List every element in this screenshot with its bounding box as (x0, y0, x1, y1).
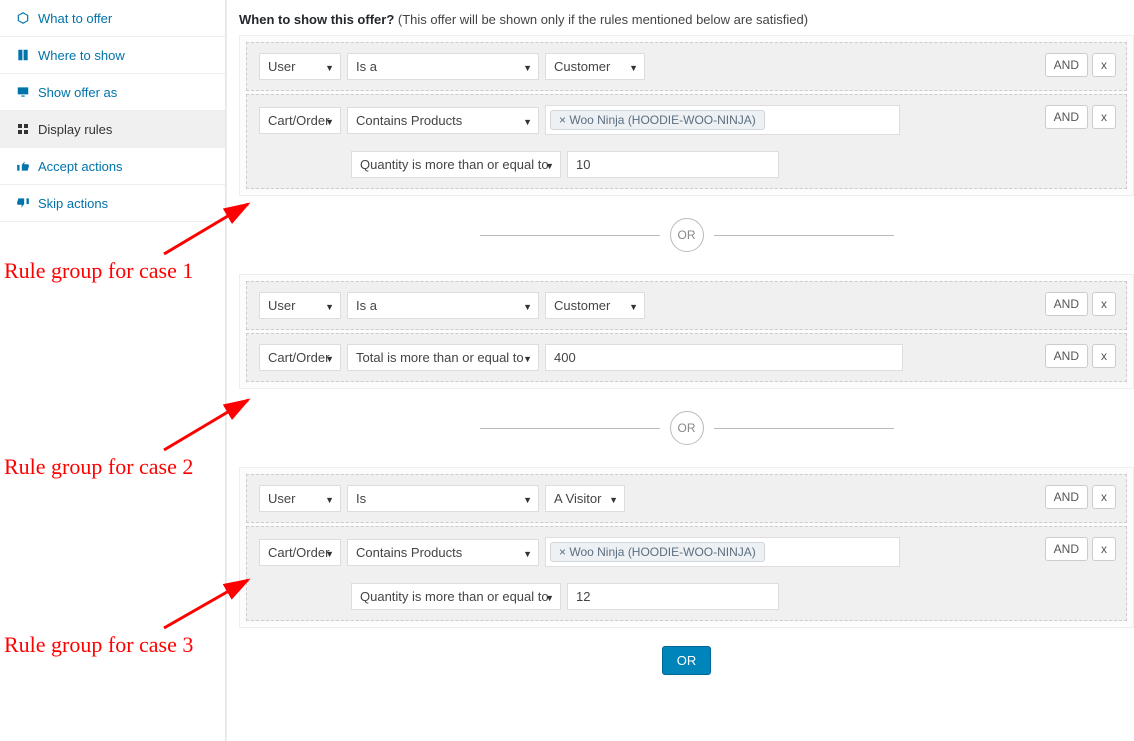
rule-groups-container: User▼Is a▼Customer▼ANDxCart/Order▼Contai… (239, 35, 1134, 741)
rule-row: Cart/Order▼Total is more than or equal t… (246, 333, 1127, 382)
rule-value-input[interactable] (545, 344, 903, 371)
thumbs-down-icon (14, 196, 32, 210)
product-chip-box[interactable]: × Woo Ninja (HOODIE-WOO-NINJA) (545, 105, 900, 135)
rule-row: User▼Is a▼Customer▼ANDx (246, 281, 1127, 330)
sidebar: What to offer Where to show Show offer as D… (0, 0, 226, 741)
remove-rule-button[interactable]: x (1092, 344, 1116, 368)
sidebar-item-what-to-offer[interactable]: What to offer (0, 0, 225, 37)
add-or-group-button[interactable]: OR (662, 646, 712, 675)
main-panel: When to show this offer? (This offer wil… (226, 0, 1134, 741)
rule-group: User▼Is a▼Customer▼ANDxCart/Order▼Total … (239, 274, 1134, 389)
rule-condition-select[interactable]: Is a (347, 292, 539, 319)
rule-condition-select[interactable]: Total is more than or equal to (347, 344, 539, 371)
cube-icon (14, 11, 32, 25)
product-chip[interactable]: × Woo Ninja (HOODIE-WOO-NINJA) (550, 110, 765, 130)
remove-rule-button[interactable]: x (1092, 537, 1116, 561)
or-circle: OR (670, 218, 704, 252)
rule-group: User▼Is a▼Customer▼ANDxCart/Order▼Contai… (239, 35, 1134, 196)
panel-heading: When to show this offer? (This offer wil… (239, 12, 1134, 27)
rule-condition-select[interactable]: Is (347, 485, 539, 512)
rule-condition-select[interactable]: Contains Products (347, 539, 539, 566)
rule-row: User▼Is a▼Customer▼ANDx (246, 42, 1127, 91)
rule-value-select[interactable]: Customer (545, 53, 645, 80)
remove-rule-button[interactable]: x (1092, 105, 1116, 129)
rule-condition-select[interactable]: Contains Products (347, 107, 539, 134)
product-chip[interactable]: × Woo Ninja (HOODIE-WOO-NINJA) (550, 542, 765, 562)
rule-subject-select[interactable]: Cart/Order (259, 344, 341, 371)
rule-condition-select[interactable]: Is a (347, 53, 539, 80)
rule-quantity-input[interactable] (567, 151, 779, 178)
rule-quantity-condition-select[interactable]: Quantity is more than or equal to (351, 583, 561, 610)
rule-row: User▼Is▼A Visitor▼ANDx (246, 474, 1127, 523)
remove-rule-button[interactable]: x (1092, 485, 1116, 509)
and-button[interactable]: AND (1045, 53, 1088, 77)
remove-rule-button[interactable]: x (1092, 292, 1116, 316)
sidebar-item-label: Show offer as (38, 85, 117, 100)
sidebar-item-display-rules[interactable]: Display rules (0, 111, 225, 148)
or-divider: OR (239, 411, 1134, 445)
desktop-icon (14, 85, 32, 99)
sidebar-item-label: Where to show (38, 48, 125, 63)
rule-value-select[interactable]: A Visitor (545, 485, 625, 512)
book-icon (14, 48, 32, 62)
sidebar-item-skip-actions[interactable]: Skip actions (0, 185, 225, 222)
rule-sub-row: Quantity is more than or equal to▼ (259, 151, 1114, 178)
or-circle: OR (670, 411, 704, 445)
rule-value-select[interactable]: Customer (545, 292, 645, 319)
rule-subject-select[interactable]: Cart/Order (259, 107, 341, 134)
grid-icon (14, 123, 32, 135)
sidebar-item-show-offer-as[interactable]: Show offer as (0, 74, 225, 111)
sidebar-item-where-to-show[interactable]: Where to show (0, 37, 225, 74)
heading-bold: When to show this offer? (239, 12, 394, 27)
and-button[interactable]: AND (1045, 292, 1088, 316)
rule-quantity-condition-select[interactable]: Quantity is more than or equal to (351, 151, 561, 178)
thumbs-up-icon (14, 159, 32, 173)
rule-subject-select[interactable]: User (259, 485, 341, 512)
and-button[interactable]: AND (1045, 537, 1088, 561)
or-divider: OR (239, 218, 1134, 252)
remove-rule-button[interactable]: x (1092, 53, 1116, 77)
sidebar-item-label: What to offer (38, 11, 112, 26)
sidebar-item-label: Accept actions (38, 159, 123, 174)
rule-row: Cart/Order▼Contains Products▼× Woo Ninja… (246, 94, 1127, 189)
rule-group: User▼Is▼A Visitor▼ANDxCart/Order▼Contain… (239, 467, 1134, 628)
rule-subject-select[interactable]: Cart/Order (259, 539, 341, 566)
and-button[interactable]: AND (1045, 105, 1088, 129)
rule-sub-row: Quantity is more than or equal to▼ (259, 583, 1114, 610)
rule-row: Cart/Order▼Contains Products▼× Woo Ninja… (246, 526, 1127, 621)
sidebar-item-accept-actions[interactable]: Accept actions (0, 148, 225, 185)
and-button[interactable]: AND (1045, 344, 1088, 368)
heading-sub: (This offer will be shown only if the ru… (398, 12, 808, 27)
rule-subject-select[interactable]: User (259, 292, 341, 319)
sidebar-item-label: Display rules (38, 122, 112, 137)
rule-quantity-input[interactable] (567, 583, 779, 610)
sidebar-item-label: Skip actions (38, 196, 108, 211)
product-chip-box[interactable]: × Woo Ninja (HOODIE-WOO-NINJA) (545, 537, 900, 567)
and-button[interactable]: AND (1045, 485, 1088, 509)
rule-subject-select[interactable]: User (259, 53, 341, 80)
